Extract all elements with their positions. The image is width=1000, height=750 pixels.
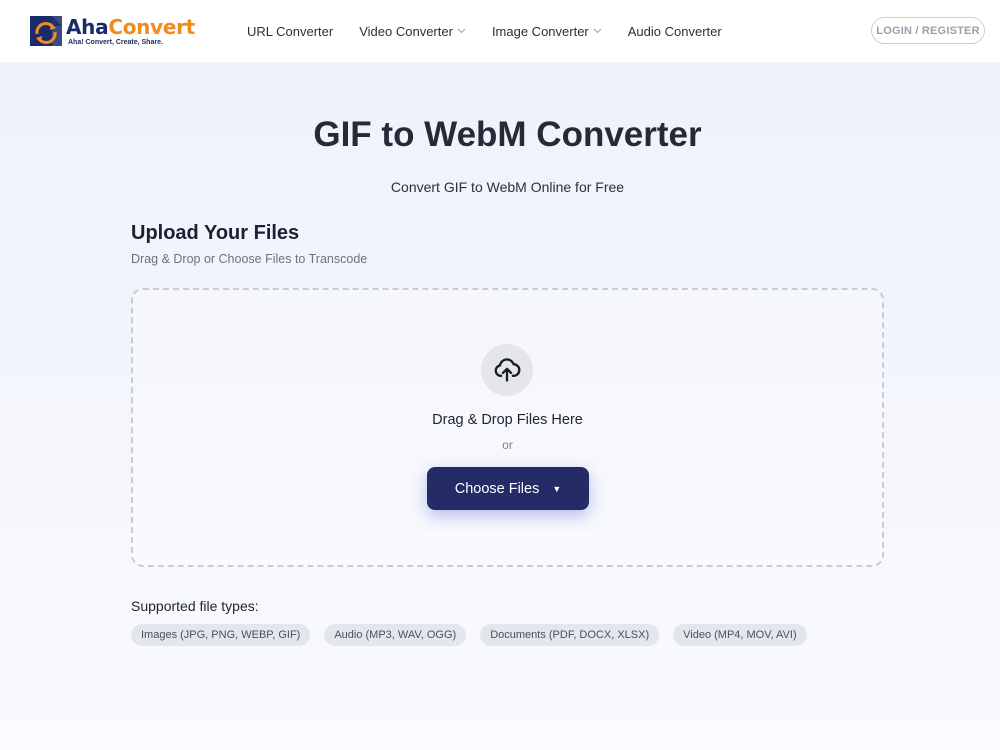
- login-register-button[interactable]: LOGIN / REGISTER: [871, 17, 985, 44]
- caret-down-icon: ▼: [552, 483, 562, 494]
- page-subtitle: Convert GIF to WebM Online for Free: [390, 179, 625, 195]
- supported-types-label: Supported file types:: [131, 598, 259, 614]
- logo-name-convert: Convert: [108, 14, 195, 39]
- site-header: AhaConvert Aha! Convert, Create, Share. …: [0, 0, 1000, 62]
- nav-label: URL Converter: [247, 23, 334, 39]
- upload-subheading: Drag & Drop or Choose Files to Transcode: [131, 252, 368, 266]
- file-type-chip: Video (MP4, MOV, AVI): [673, 624, 807, 646]
- file-type-chip: Audio (MP3, WAV, OGG): [324, 624, 467, 646]
- cloud-upload-icon: [481, 344, 533, 396]
- drop-files-text: Drag & Drop Files Here: [432, 412, 583, 428]
- nav-label: Audio Converter: [627, 23, 722, 39]
- choose-files-button[interactable]: Choose Files ▼: [427, 467, 589, 510]
- logo-icon: [29, 14, 63, 48]
- chevron-down-icon: [593, 28, 602, 34]
- main-nav: URL Converter Video Converter Image Conv…: [247, 0, 748, 62]
- or-separator: or: [502, 438, 513, 452]
- file-type-chip: Images (JPG, PNG, WEBP, GIF): [131, 624, 311, 646]
- logo[interactable]: AhaConvert Aha! Convert, Create, Share.: [29, 12, 195, 50]
- supported-types-list: Images (JPG, PNG, WEBP, GIF) Audio (MP3,…: [131, 624, 821, 646]
- chevron-down-icon: [457, 28, 466, 34]
- nav-audio-converter[interactable]: Audio Converter: [628, 24, 722, 39]
- file-type-chip: Documents (PDF, DOCX, XLSX): [480, 624, 660, 646]
- nav-label: Image Converter: [491, 23, 589, 39]
- logo-tagline: Aha! Convert, Create, Share.: [68, 38, 163, 46]
- choose-files-label: Choose Files: [454, 480, 540, 497]
- nav-label: Video Converter: [359, 23, 453, 39]
- upload-heading: Upload Your Files: [131, 222, 300, 244]
- nav-image-converter[interactable]: Image Converter: [492, 24, 602, 39]
- logo-name-aha: Aha: [66, 14, 109, 39]
- nav-url-converter[interactable]: URL Converter: [247, 24, 333, 39]
- page-title: GIF to WebM Converter: [313, 115, 702, 154]
- nav-video-converter[interactable]: Video Converter: [359, 24, 466, 39]
